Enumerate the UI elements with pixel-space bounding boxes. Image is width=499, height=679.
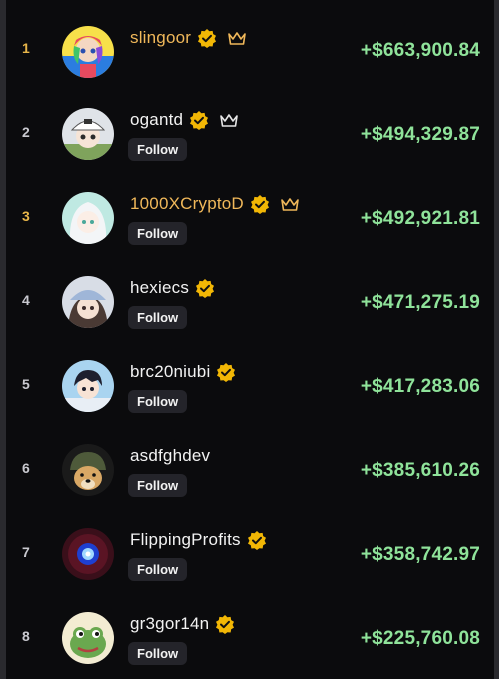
trader-name[interactable]: brc20niubi [130,362,210,382]
profit-amount: +$358,742.97 [360,544,480,565]
trader-name[interactable]: ogantd [130,110,183,130]
avatar[interactable] [62,108,114,160]
avatar[interactable] [62,528,114,580]
avatar[interactable] [62,192,114,244]
rank-number: 6 [22,460,30,476]
leaderboard-row[interactable]: 2 ogantd Follow +$494,329.87 [6,90,494,174]
anime-girl-colorful-avatar-icon [62,26,114,78]
rank-number: 3 [22,208,30,224]
leaderboard-row[interactable]: 7 FlippingProfits Follow +$358,742.97 [6,510,494,594]
avatar[interactable] [62,612,114,664]
trader-name[interactable]: FlippingProfits [130,530,241,550]
rank-number: 5 [22,376,30,392]
verified-badge-icon [189,110,209,130]
anime-girl-white-hair-avatar-icon [62,192,114,244]
profit-amount: +$663,900.84 [360,40,480,61]
trader-name[interactable]: slingoor [130,28,191,48]
follow-button[interactable]: Follow [128,138,188,161]
right-border [494,0,499,679]
dog-helmet-avatar-icon [62,444,114,496]
follow-button[interactable]: Follow [128,642,188,665]
leaderboard-row[interactable]: 6 asdfghdev Follow +$385,610.26 [6,426,494,510]
profit-amount: +$225,760.08 [360,628,480,649]
avatar[interactable] [62,26,114,78]
avatar[interactable] [62,444,114,496]
trader-name[interactable]: 1000XCryptoD [130,194,244,214]
profit-amount: +$385,610.26 [360,460,480,481]
rank-number: 1 [22,40,30,56]
verified-badge-icon [247,530,267,550]
follow-button[interactable]: Follow [128,390,188,413]
crown-icon [280,196,300,212]
trader-name-group: asdfghdev [130,446,210,466]
frog-avatar-icon [62,612,114,664]
trader-name[interactable]: gr3gor14n [130,614,209,634]
leaderboard-row[interactable]: 8 gr3gor14n Follow +$225,760.08 [6,594,494,678]
profit-amount: +$417,283.06 [360,376,480,397]
trader-name-group: 1000XCryptoD [130,194,300,214]
profit-amount: +$471,275.19 [360,292,480,313]
rank-number: 2 [22,124,30,140]
follow-button[interactable]: Follow [128,222,188,245]
anime-boy-dark-hair-avatar-icon [62,360,114,412]
leaderboard-row[interactable]: 1 slingoor +$663,900.84 [6,6,494,90]
leaderboard-row[interactable]: 4 hexiecs Follow +$471,275.19 [6,258,494,342]
trader-name-group: brc20niubi [130,362,236,382]
crown-icon [227,30,247,46]
rank-number: 4 [22,292,30,308]
verified-badge-icon [250,194,270,214]
trader-name[interactable]: asdfghdev [130,446,210,466]
verified-badge-icon [197,28,217,48]
anime-boy-hat-avatar-icon [62,108,114,160]
verified-badge-icon [216,362,236,382]
leaderboard-row[interactable]: 5 brc20niubi Follow +$417,283.06 [6,342,494,426]
anime-girl-cap-avatar-icon [62,276,114,328]
verified-badge-icon [195,278,215,298]
avatar[interactable] [62,360,114,412]
follow-button[interactable]: Follow [128,474,188,497]
trader-name-group: slingoor [130,28,247,48]
trader-name-group: FlippingProfits [130,530,267,550]
follow-button[interactable]: Follow [128,558,188,581]
rank-number: 8 [22,628,30,644]
trader-name-group: gr3gor14n [130,614,235,634]
profit-amount: +$492,921.81 [360,208,480,229]
verified-badge-icon [215,614,235,634]
profit-amount: +$494,329.87 [360,124,480,145]
glowing-eye-avatar-icon [62,528,114,580]
trader-name[interactable]: hexiecs [130,278,189,298]
leaderboard-row[interactable]: 3 1000XCryptoD Follow +$492,921.81 [6,174,494,258]
trader-name-group: hexiecs [130,278,215,298]
trader-name-group: ogantd [130,110,239,130]
avatar[interactable] [62,276,114,328]
rank-number: 7 [22,544,30,560]
crown-icon [219,112,239,128]
follow-button[interactable]: Follow [128,306,188,329]
